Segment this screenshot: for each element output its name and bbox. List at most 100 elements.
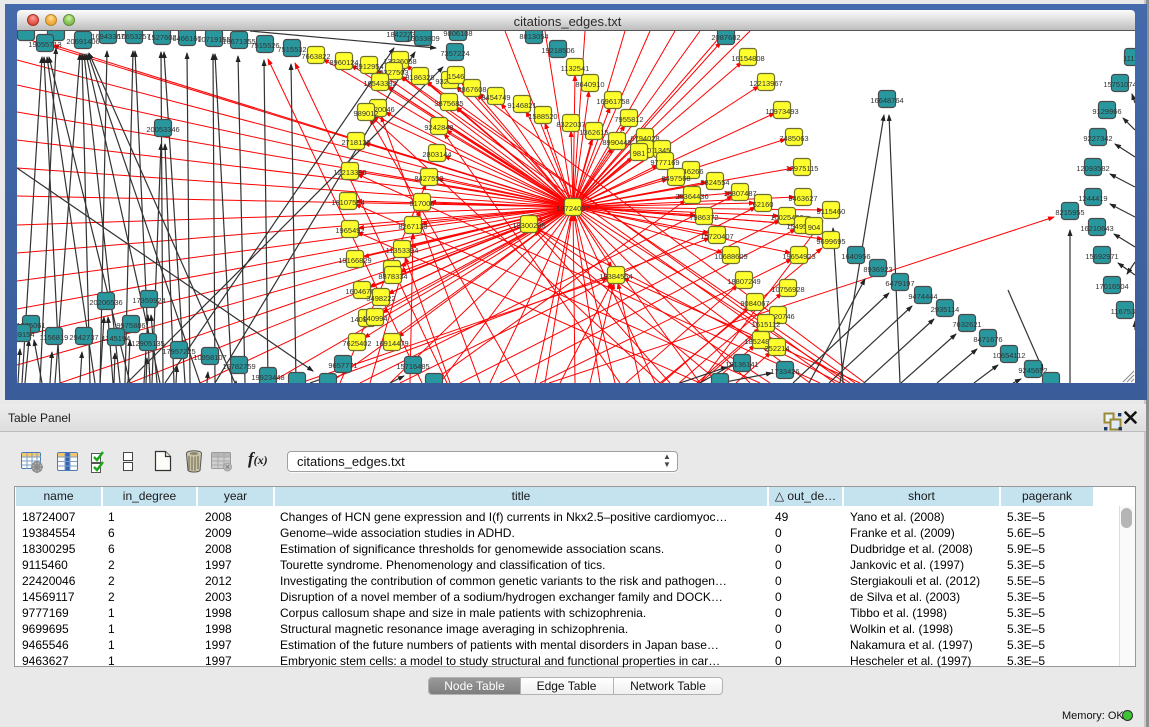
svg-text:10958107: 10958107	[193, 353, 226, 362]
svg-text:16648764: 16648764	[870, 96, 903, 105]
svg-text:7632621: 7632621	[952, 320, 981, 329]
svg-text:9129966: 9129966	[1092, 107, 1121, 116]
svg-text:8813054: 8813054	[519, 32, 548, 41]
svg-text:6497568: 6497568	[661, 174, 690, 183]
svg-text:16154808: 16154808	[731, 54, 764, 63]
svg-text:16210643: 16210643	[1080, 224, 1113, 233]
svg-text:1362615: 1362615	[579, 128, 608, 137]
svg-text:989012: 989012	[353, 109, 378, 118]
svg-text:12975115: 12975115	[786, 164, 819, 173]
svg-text:19654923: 19654923	[782, 252, 815, 261]
svg-text:12093582: 12093582	[1076, 164, 1109, 173]
svg-text:16543382: 16543382	[363, 79, 396, 88]
svg-text:3498222: 3498222	[366, 294, 395, 303]
svg-text:11125: 11125	[1123, 54, 1135, 63]
svg-text:8471676: 8471676	[973, 335, 1002, 344]
svg-text:9806108: 9806108	[443, 31, 472, 38]
svg-text:10653257: 10653257	[117, 32, 150, 41]
svg-text:16914479: 16914479	[375, 339, 408, 348]
svg-text:10807487: 10807487	[723, 189, 756, 198]
svg-text:1640956: 1640956	[841, 252, 870, 261]
svg-text:20364436: 20364436	[675, 192, 708, 201]
svg-text:252214: 252214	[764, 344, 789, 353]
svg-text:9474444: 9474444	[908, 292, 937, 301]
svg-text:8186328: 8186328	[405, 73, 434, 82]
svg-text:7986372: 7986372	[689, 213, 718, 222]
svg-text:16961758: 16961758	[596, 97, 629, 106]
svg-text:19218506: 19218506	[541, 46, 574, 55]
svg-text:8640910: 8640910	[575, 80, 604, 89]
svg-text:9115460: 9115460	[817, 207, 846, 216]
svg-text:9242848: 9242848	[424, 123, 453, 132]
svg-text:8267130: 8267130	[398, 222, 427, 231]
svg-text:8936923: 8936923	[863, 265, 892, 274]
svg-text:7485063: 7485063	[779, 134, 808, 143]
svg-text:17957225: 17957225	[162, 347, 195, 356]
svg-text:7357224: 7357224	[440, 49, 469, 58]
svg-text:10654112: 10654112	[993, 351, 1026, 360]
svg-text:1167533: 1167533	[1111, 307, 1135, 316]
svg-text:19055713: 19055713	[28, 40, 61, 49]
svg-text:15692971: 15692971	[1085, 252, 1118, 261]
svg-text:18300295: 18300295	[512, 221, 545, 230]
svg-text:2942737: 2942737	[69, 333, 98, 342]
svg-text:981: 981	[633, 149, 646, 158]
svg-text:140994: 140994	[362, 314, 387, 323]
svg-text:1588520: 1588520	[528, 112, 557, 121]
svg-text:15751074: 15751074	[1103, 80, 1135, 89]
svg-text:2087682: 2087682	[711, 33, 740, 42]
svg-text:12213389: 12213389	[333, 168, 366, 177]
svg-text:2935114: 2935114	[931, 305, 960, 314]
svg-text:3824554: 3824554	[700, 178, 729, 187]
svg-text:1615112: 1615112	[752, 320, 781, 329]
svg-text:1733426: 1733426	[770, 367, 799, 376]
svg-text:9657771: 9657771	[328, 361, 357, 370]
svg-text:15716485: 15716485	[396, 362, 429, 371]
svg-text:917006: 917006	[409, 199, 434, 208]
svg-text:10756928: 10756928	[771, 285, 804, 294]
svg-text:939154: 939154	[17, 330, 35, 339]
svg-text:16782759: 16782759	[222, 362, 255, 371]
svg-text:7955812: 7955812	[614, 115, 643, 124]
svg-text:9699695: 9699695	[816, 237, 845, 246]
svg-text:15720407: 15720407	[700, 232, 733, 241]
svg-text:8878334: 8878334	[378, 272, 407, 281]
svg-text:2803144: 2803144	[422, 150, 451, 159]
svg-text:62160: 62160	[753, 200, 774, 209]
svg-text:11353394: 11353394	[386, 246, 419, 255]
svg-text:18807249: 18807249	[727, 277, 760, 286]
svg-text:7625402: 7625402	[342, 339, 371, 348]
svg-text:1244419: 1244419	[1078, 194, 1107, 203]
svg-text:19384554: 19384554	[599, 272, 632, 281]
svg-text:1156819: 1156819	[40, 333, 69, 342]
svg-text:9146821: 9146821	[507, 101, 536, 110]
svg-text:7663822: 7663822	[301, 52, 330, 61]
svg-text:20053346: 20053346	[146, 125, 179, 134]
svg-text:6479197: 6479197	[885, 279, 914, 288]
svg-text:16033809: 16033809	[406, 34, 439, 43]
svg-text:9463627: 9463627	[788, 194, 817, 203]
svg-text:17359924: 17359924	[132, 296, 165, 305]
svg-text:8427552: 8427552	[414, 174, 443, 183]
svg-text:9227342: 9227342	[1083, 134, 1112, 143]
svg-text:19923448: 19923448	[251, 373, 284, 382]
svg-text:18724007: 18724007	[556, 204, 589, 213]
svg-text:1965492: 1965492	[335, 226, 364, 235]
svg-text:20206536: 20206536	[89, 298, 122, 307]
svg-text:3875685: 3875685	[434, 99, 463, 108]
svg-text:17016504: 17016504	[1095, 282, 1128, 291]
svg-text:12213967: 12213967	[749, 79, 782, 88]
svg-text:1546: 1546	[448, 72, 465, 81]
svg-text:10973493: 10973493	[765, 107, 798, 116]
svg-text:7515526: 7515526	[250, 41, 279, 50]
svg-text:19136141: 19136141	[725, 360, 758, 369]
svg-text:10688609: 10688609	[714, 252, 747, 261]
svg-text:19166829: 19166829	[338, 256, 371, 265]
svg-text:8990448: 8990448	[602, 138, 631, 147]
svg-text:16107554: 16107554	[331, 198, 364, 207]
svg-text:9084067: 9084067	[740, 299, 769, 308]
svg-text:8454749: 8454749	[481, 93, 510, 102]
svg-text:8215955: 8215955	[1055, 208, 1084, 217]
svg-text:1132541: 1132541	[561, 64, 590, 73]
svg-text:1145194: 1145194	[102, 334, 131, 343]
